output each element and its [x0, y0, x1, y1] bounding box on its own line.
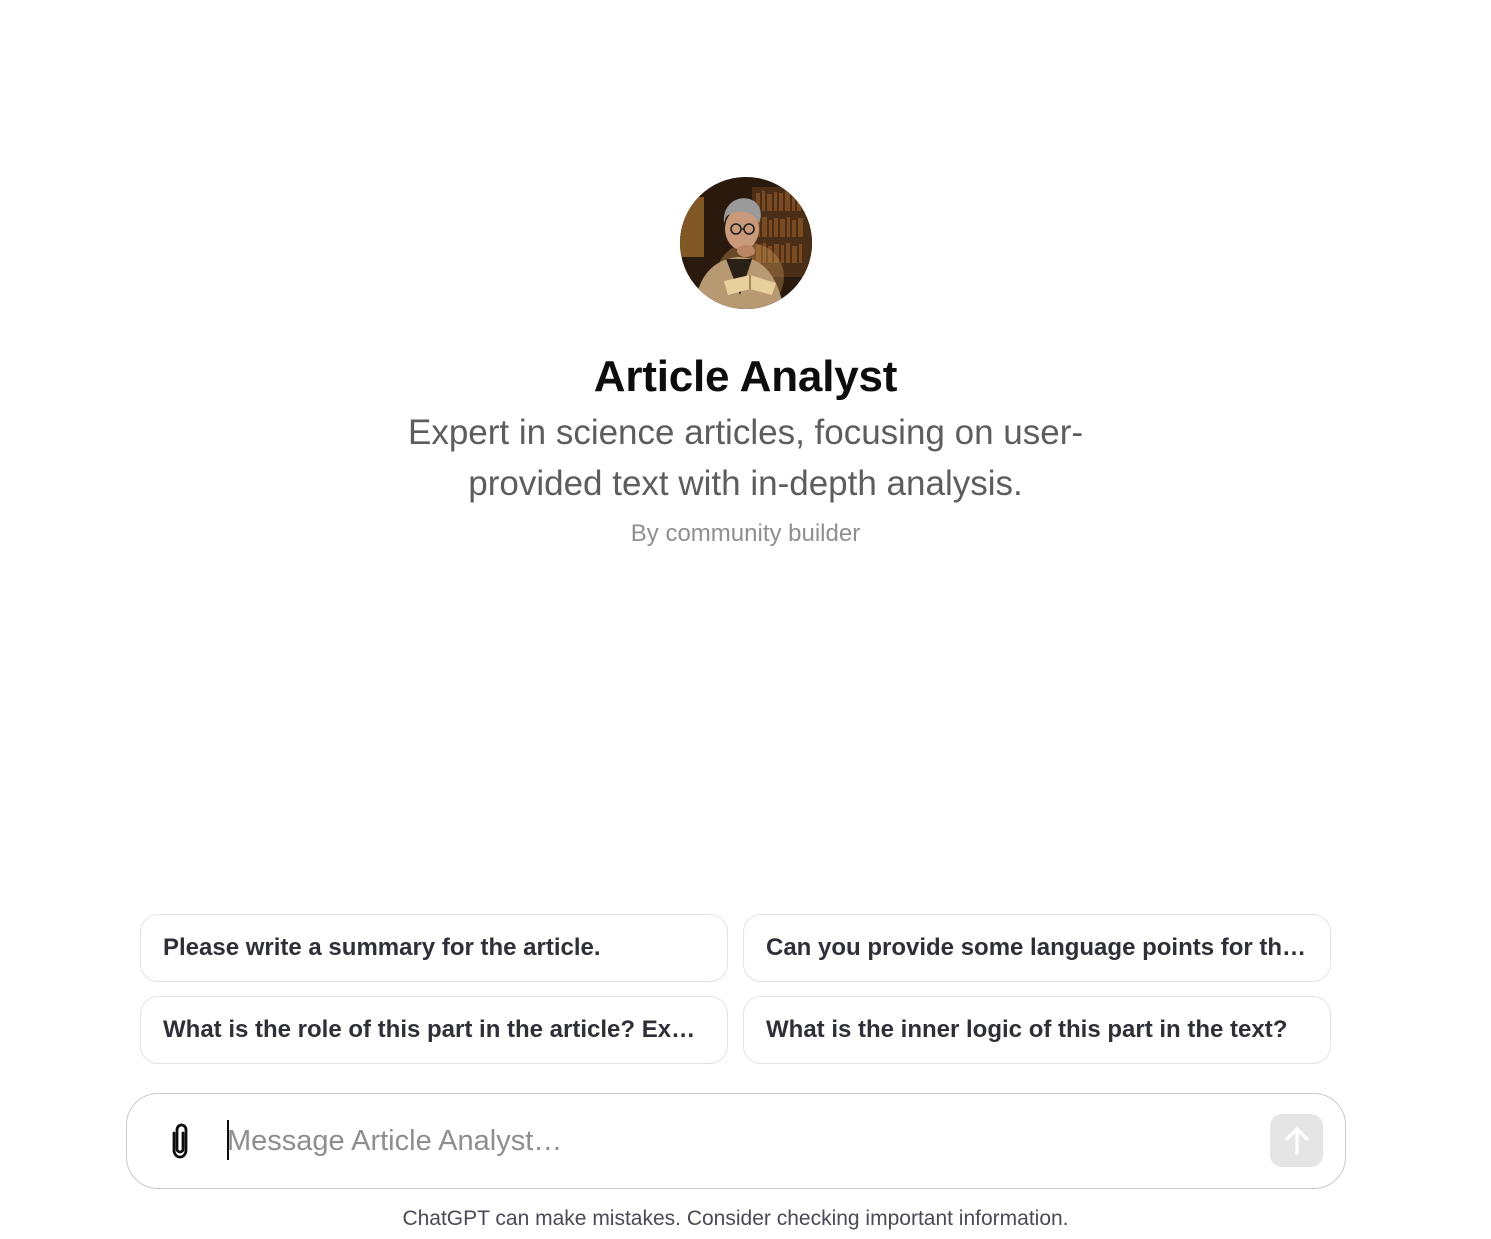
attach-file-button[interactable]: [157, 1118, 203, 1164]
gpt-author: By community builder: [630, 520, 861, 547]
message-composer: [126, 1093, 1346, 1189]
scholar-reading-avatar-icon: [679, 177, 812, 309]
send-button[interactable]: [1270, 1114, 1323, 1167]
paperclip-icon: [172, 1123, 188, 1159]
text-caret: [227, 1120, 229, 1160]
gpt-description: Expert in science articles, focusing on …: [407, 413, 1084, 503]
disclaimer-text: ChatGPT can make mistakes. Consider chec…: [402, 1207, 1069, 1230]
arrow-up-icon: [1284, 1126, 1309, 1155]
suggestion-label: Can you provide some language points for…: [766, 934, 1308, 961]
suggestion-button[interactable]: What is the role of this part in the art…: [140, 996, 728, 1064]
suggestion-button[interactable]: What is the inner logic of this part in …: [743, 996, 1331, 1064]
chat-page: Article Analyst Expert in science articl…: [0, 0, 1491, 1239]
gpt-title: Article Analyst: [593, 352, 898, 401]
suggestion-button[interactable]: Please write a summary for the article.: [140, 914, 728, 982]
suggestion-label: What is the role of this part in the art…: [163, 1016, 705, 1043]
suggestion-label: Please write a summary for the article.: [163, 934, 601, 961]
message-input[interactable]: [227, 1116, 1247, 1166]
suggestion-button[interactable]: Can you provide some language points for…: [743, 914, 1331, 982]
suggestion-label: What is the inner logic of this part in …: [766, 1016, 1288, 1043]
suggestion-grid: Please write a summary for the article. …: [140, 914, 1331, 1064]
gpt-avatar: [679, 177, 812, 309]
gpt-intro: Article Analyst Expert in science articl…: [0, 177, 1491, 549]
